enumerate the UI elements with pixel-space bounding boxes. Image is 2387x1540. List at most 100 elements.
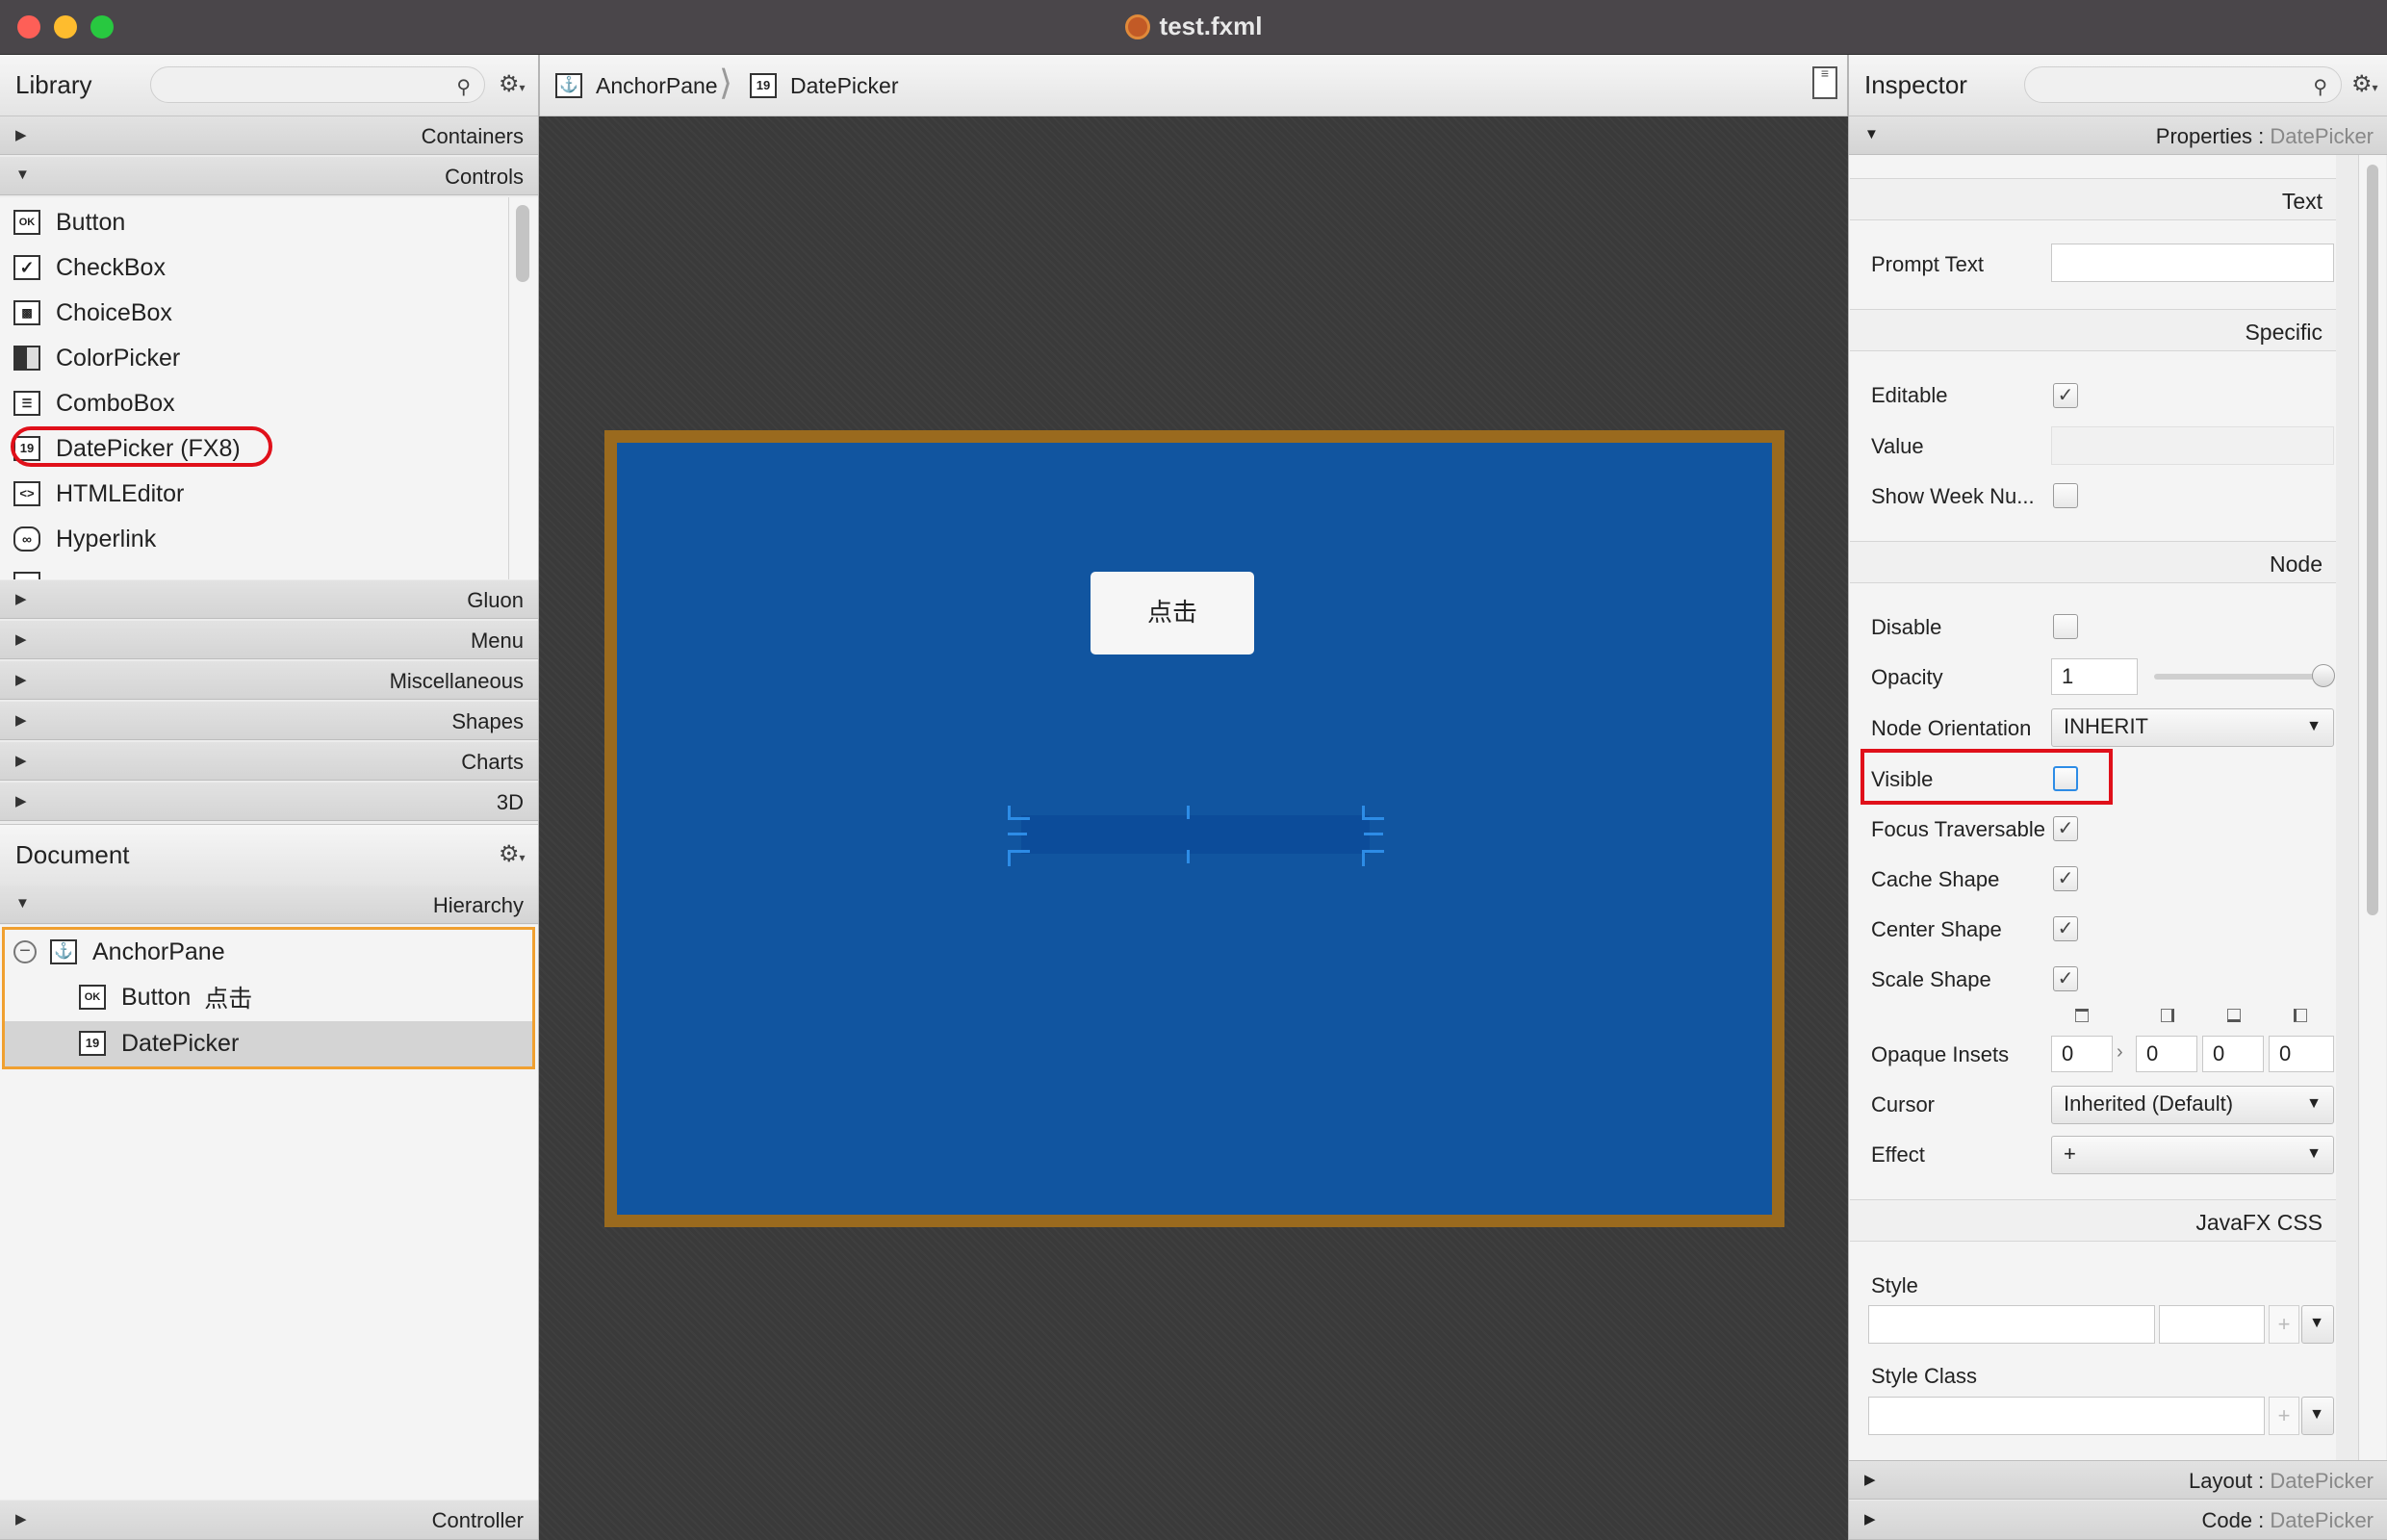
library-section-gluon[interactable]: ▶ Gluon [0,580,539,619]
collapsed-arrow-icon: ▶ [15,631,27,648]
library-item-choicebox[interactable]: ▩ ChoiceBox [13,292,172,334]
handle-top-right[interactable] [1362,806,1384,820]
handle-top-center[interactable] [1187,806,1190,819]
library-section-3d[interactable]: ▶ 3D [0,783,539,821]
inspector-scrollbar[interactable] [2358,155,2386,1460]
library-item-htmleditor[interactable]: <> HTMLEditor [13,473,184,515]
inspector-settings-gear-icon[interactable]: ⚙▾ [2351,70,2378,98]
style-class-menu-button[interactable]: ▼ [2301,1397,2334,1435]
handle-bottom-right[interactable] [1362,850,1384,866]
inset-left-icon [2294,1009,2307,1022]
library-item-colorpicker[interactable]: ColorPicker [13,337,180,379]
scrollbar-thumb[interactable] [2367,165,2378,915]
value-field[interactable] [2051,426,2334,465]
handle-top-left[interactable] [1008,806,1030,820]
inset-bottom-field[interactable]: 0 [2202,1036,2264,1072]
opacity-slider-track[interactable] [2154,674,2323,680]
tree-row-anchorpane[interactable]: − ⚓ AnchorPane [13,931,225,973]
scrollbar-thumb[interactable] [516,205,529,282]
chevron-down-icon: ▼ [2306,1145,2322,1162]
scale-shape-checkbox[interactable]: ✓ [2053,966,2078,991]
style-value-field[interactable] [2159,1305,2265,1344]
anchor-icon: ⚓ [50,939,77,964]
controls-scrollbar[interactable] [508,197,538,579]
handle-mid-right[interactable] [1364,833,1383,835]
cursor-select[interactable]: Inherited (Default) ▼ [2051,1086,2334,1124]
collapsed-arrow-icon: ▶ [15,793,27,809]
collapse-toggle-icon[interactable]: − [13,940,37,963]
document-icon[interactable]: ≡ [1812,66,1837,99]
breadcrumb-bar: ⚓ AnchorPane ⟩ 19 DatePicker ≡ [540,55,1847,116]
inspector-search-input[interactable]: ⚲ [2024,66,2342,103]
prompt-text-label: Prompt Text [1871,252,1984,276]
library-search-input[interactable]: ⚲ [150,66,485,103]
library-section-containers[interactable]: ▶ Containers [0,116,539,155]
inset-top-field[interactable]: 0 [2051,1036,2113,1072]
focus-traversable-checkbox[interactable]: ✓ [2053,816,2078,841]
design-canvas[interactable]: 点击 [539,116,1848,1540]
show-week-numbers-label: Show Week Nu... [1871,484,2035,508]
section-title: JavaFX CSS [2195,1210,2323,1235]
hierarchy-header[interactable]: ▼ Hierarchy [0,886,539,924]
show-week-numbers-checkbox[interactable] [2053,483,2078,508]
link-arrow-icon[interactable]: › [2117,1041,2123,1064]
library-item-checkbox[interactable]: ✓ CheckBox [13,246,166,289]
editable-checkbox[interactable]: ✓ [2053,383,2078,408]
highlight-box [1861,749,2113,805]
controller-header[interactable]: ▶ Controller [0,1501,539,1540]
library-item-hyperlink[interactable]: ∞ Hyperlink [13,518,156,560]
select-value: + [2064,1142,2076,1166]
section-label: Menu [470,629,524,653]
handle-mid-left[interactable] [1008,833,1027,835]
properties-header-label: Properties : [2155,124,2265,148]
datepicker-selection[interactable] [1008,806,1384,866]
collapsed-arrow-icon: ▶ [15,1511,27,1527]
style-class-add-button[interactable]: + [2269,1397,2299,1435]
inset-bottom-icon [2227,1009,2241,1022]
collapsed-arrow-icon: ▶ [15,712,27,729]
style-menu-button[interactable]: ▼ [2301,1305,2334,1344]
breadcrumb-item-datepicker[interactable]: 19 DatePicker [750,67,898,104]
inset-left-field[interactable]: 0 [2269,1036,2334,1072]
document-title: Document [15,840,130,869]
handle-bottom-left[interactable] [1008,850,1030,866]
library-section-charts[interactable]: ▶ Charts [0,742,539,781]
cache-shape-checkbox[interactable]: ✓ [2053,866,2078,891]
breadcrumb-item-anchorpane[interactable]: ⚓ AnchorPane [555,67,718,104]
anchor-icon: ⚓ [555,73,582,98]
style-class-field[interactable] [1868,1397,2265,1435]
focus-traversable-label: Focus Traversable [1871,817,2045,841]
link-icon: ∞ [13,526,40,552]
inset-right-field[interactable]: 0 [2136,1036,2197,1072]
opacity-slider-thumb[interactable] [2312,664,2335,687]
library-toolbar: Library ⚲ ⚙▾ [0,55,539,116]
prompt-text-field[interactable] [2051,244,2334,282]
node-orientation-select[interactable]: INHERIT ▼ [2051,708,2334,747]
library-item-combobox[interactable]: ☰ ComboBox [13,382,175,424]
preview-button[interactable]: 点击 [1091,572,1254,654]
library-section-menu[interactable]: ▶ Menu [0,621,539,659]
tree-label: AnchorPane [92,937,225,965]
properties-header-target: DatePicker [2270,124,2374,148]
center-shape-checkbox[interactable]: ✓ [2053,916,2078,941]
library-section-controls[interactable]: ▼ Controls [0,157,539,195]
library-section-shapes[interactable]: ▶ Shapes [0,702,539,740]
opacity-field[interactable]: 1 [2051,658,2138,695]
properties-header[interactable]: ▼ Properties : DatePicker [1849,116,2387,155]
ok-button-icon: OK [13,210,40,235]
library-item-button[interactable]: OK Button [13,201,125,244]
style-label: Style [1871,1273,1918,1297]
layout-header[interactable]: ▶ Layout : DatePicker [1849,1460,2387,1500]
disable-checkbox[interactable] [2053,614,2078,639]
style-property-field[interactable] [1868,1305,2155,1344]
tree-row-button[interactable]: OK Button 点击 [79,976,252,1018]
style-add-button[interactable]: + [2269,1305,2299,1344]
tree-row-datepicker[interactable]: 19 DatePicker [79,1022,239,1065]
calendar-icon: 19 [750,73,777,98]
effect-select[interactable]: + ▼ [2051,1136,2334,1174]
library-settings-gear-icon[interactable]: ⚙▾ [499,70,526,98]
code-header[interactable]: ▶ Code : DatePicker [1849,1501,2387,1540]
handle-bottom-center[interactable] [1187,850,1190,863]
library-section-miscellaneous[interactable]: ▶ Miscellaneous [0,661,539,700]
document-settings-gear-icon[interactable]: ⚙▾ [499,840,526,868]
